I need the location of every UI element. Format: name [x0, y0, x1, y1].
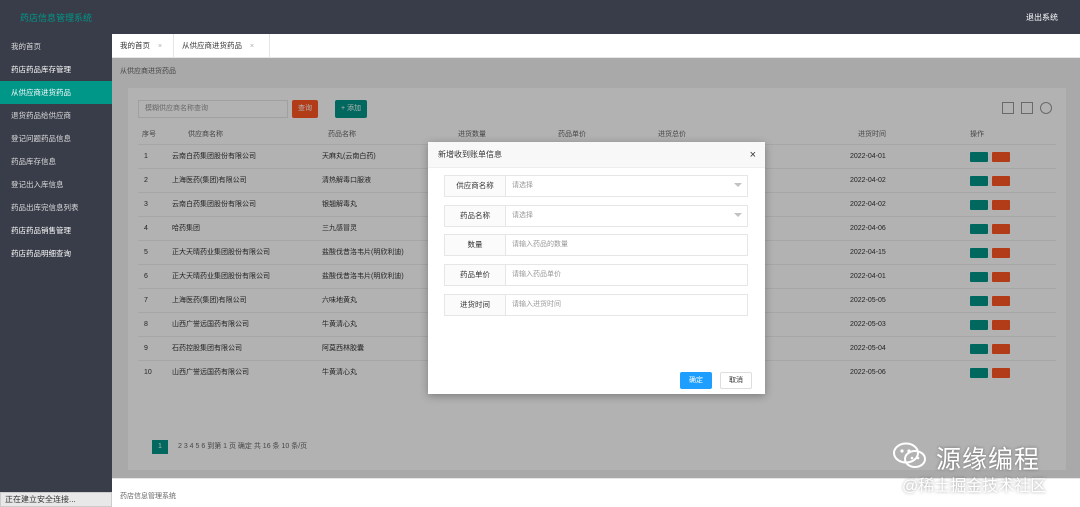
field-label: 供应商名称 [444, 175, 506, 197]
tab-home[interactable]: 我的首页 × [112, 34, 174, 58]
sidebar-item[interactable]: 药店药品库存管理 [0, 58, 112, 81]
date-input[interactable]: 请输入进货时间 [506, 294, 748, 316]
drug-field: 药品名称 请选择 [444, 205, 748, 227]
price-input[interactable]: 请输入药品单价 [506, 264, 748, 286]
sidebar: 我的首页 药店药品库存管理 从供应商进货药品 退货药品给供应商 登记问题药品信息 药品库存… [0, 34, 112, 507]
date-field: 进货时间 请输入进货时间 [444, 294, 748, 316]
watermark-sub: @稀土掘金技术社区 [902, 478, 1047, 495]
sidebar-item[interactable]: 退货药品给供应商 [0, 104, 112, 127]
tab-label: 从供应商进货药品 [182, 41, 242, 50]
dialog-title: 新增收到账单信息 [428, 142, 765, 168]
drug-select[interactable]: 请选择 [506, 205, 748, 227]
watermark-brand: 源缘编程 [936, 446, 1041, 474]
chevron-down-icon [734, 213, 742, 217]
sidebar-item[interactable]: 药店药品销售管理 [0, 219, 112, 242]
close-icon[interactable]: × [750, 148, 756, 162]
price-field: 药品单价 请输入药品单价 [444, 264, 748, 286]
close-icon[interactable]: × [250, 43, 254, 50]
sidebar-item[interactable]: 药店药品明细查询 [0, 242, 112, 265]
logout-link[interactable]: 退出系统 [1026, 12, 1058, 23]
field-label: 进货时间 [444, 294, 506, 316]
field-label: 药品名称 [444, 205, 506, 227]
footer-text: 药店信息管理系统 [120, 493, 176, 500]
sidebar-item[interactable]: 我的首页 [0, 35, 112, 58]
sidebar-item[interactable]: 登记出入库信息 [0, 173, 112, 196]
sidebar-item[interactable]: 药品库存信息 [0, 150, 112, 173]
quantity-input[interactable]: 请输入药品的数量 [506, 234, 748, 256]
sidebar-item[interactable]: 药品出库完信息列表 [0, 196, 112, 219]
app-title: 药店信息管理系统 [20, 13, 93, 23]
sidebar-item[interactable]: 从供应商进货药品 [0, 81, 112, 104]
sidebar-item[interactable]: 登记问题药品信息 [0, 127, 112, 150]
tab-label: 我的首页 [120, 41, 150, 50]
chevron-down-icon [734, 183, 742, 187]
field-label: 数量 [444, 234, 506, 256]
cancel-button[interactable]: 取消 [720, 372, 752, 389]
add-dialog: 新增收到账单信息 × 供应商名称 请选择 药品名称 请选择 数量 请输入药品的数… [428, 142, 765, 394]
tab-bar: 我的首页 × 从供应商进货药品 × [112, 34, 1080, 58]
top-header: 药店信息管理系统 退出系统 [0, 0, 1080, 34]
tab-purchase[interactable]: 从供应商进货药品 × [174, 34, 270, 58]
supplier-select[interactable]: 请选择 [506, 175, 748, 197]
field-label: 药品单价 [444, 264, 506, 286]
watermark: 源缘编程 @稀土掘金技术社区 [888, 440, 1074, 500]
browser-status-bar: 正在建立安全连接... [0, 492, 112, 507]
supplier-field: 供应商名称 请选择 [444, 175, 748, 197]
confirm-button[interactable]: 确定 [680, 372, 712, 389]
quantity-field: 数量 请输入药品的数量 [444, 234, 748, 256]
close-icon[interactable]: × [158, 43, 162, 50]
wechat-icon [893, 442, 926, 468]
